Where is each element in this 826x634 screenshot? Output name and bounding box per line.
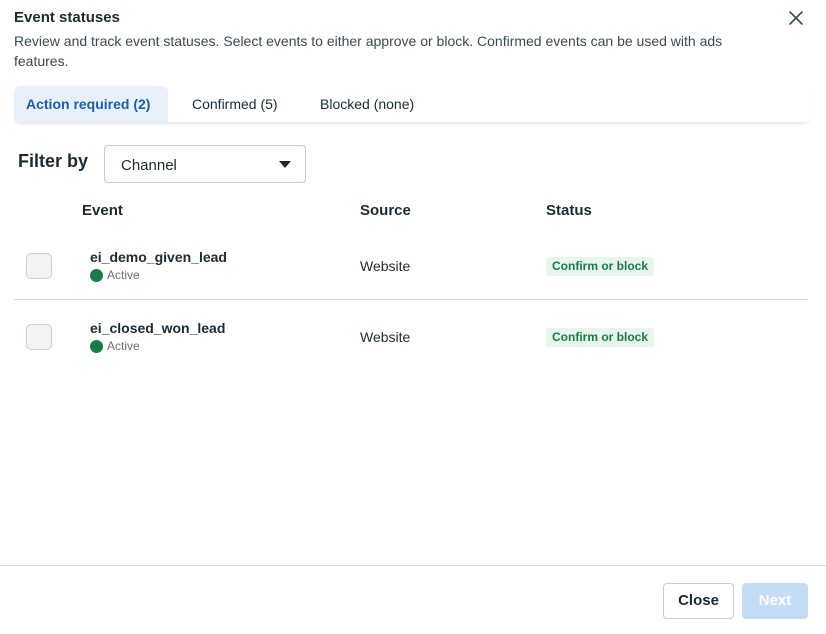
event-source: Website [360,329,411,345]
event-name: ei_demo_given_lead [90,249,227,265]
column-header-source: Source [360,202,411,219]
status-dot-icon [90,339,103,353]
close-icon[interactable] [786,8,806,28]
dialog-title: Event statuses [14,9,120,26]
table-row: ei_closed_won_lead Active Website Confir… [14,301,808,371]
table-row: ei_demo_given_lead Active Website Confir… [14,230,808,300]
dialog-description: Review and track event statuses. Select … [14,33,723,69]
filter-label: Filter by [18,151,89,171]
filter-selected-value: Channel [121,157,177,174]
caret-down-icon [279,161,291,168]
event-state-label: Active [107,339,140,353]
column-header-event: Event [82,202,123,219]
event-name: ei_closed_won_lead [90,320,226,336]
event-state: Active [90,339,140,353]
close-button[interactable]: Close [663,583,734,619]
status-badge: Confirm or block [546,257,655,276]
event-state-label: Active [107,268,140,282]
tab-bar: Action required (2) Confirmed (5) Blocke… [14,86,810,122]
footer-divider [0,565,826,566]
channel-filter-select[interactable]: Channel [104,145,306,183]
event-source: Website [360,258,411,274]
status-dot-icon [90,268,103,282]
next-button[interactable]: Next [742,583,808,619]
event-state: Active [90,268,140,282]
row-checkbox[interactable] [26,253,52,279]
row-checkbox[interactable] [26,324,52,350]
status-badge: Confirm or block [546,328,655,347]
tab-confirmed[interactable]: Confirmed (5) [192,86,278,122]
tab-action-required[interactable]: Action required (2) [14,86,168,122]
column-header-status: Status [546,202,592,219]
tab-blocked[interactable]: Blocked (none) [320,86,414,122]
